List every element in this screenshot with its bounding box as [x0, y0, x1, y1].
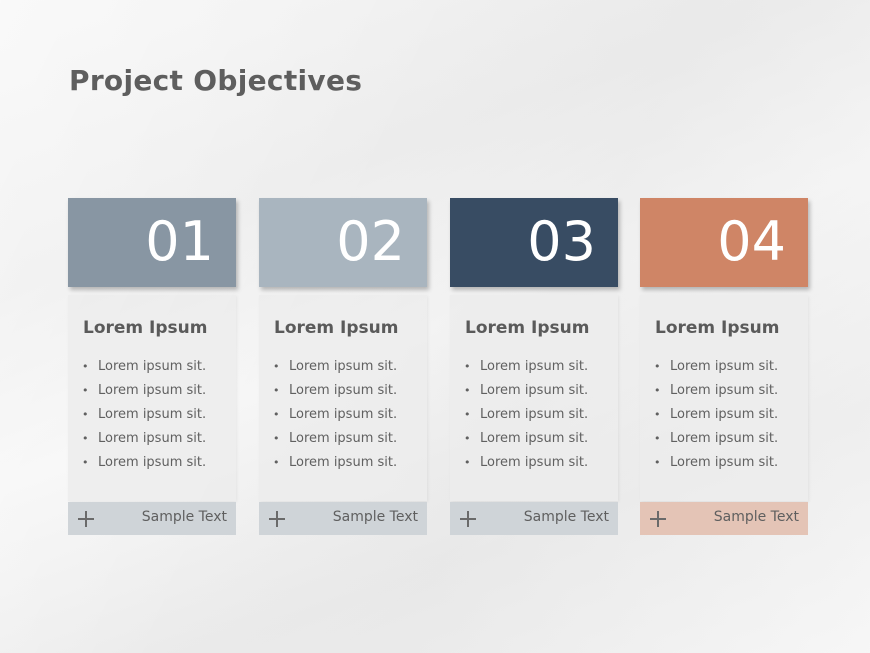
card-number: 01 [145, 210, 214, 273]
bullet-icon: • [82, 360, 89, 373]
list-item-text: Lorem ipsum sit. [289, 383, 398, 398]
list-item: • Lorem ipsum sit. [464, 406, 588, 430]
list-item-text: Lorem ipsum sit. [670, 431, 779, 446]
list-item-text: Lorem ipsum sit. [98, 359, 207, 374]
card-footer: Sample Text [259, 502, 427, 535]
footer-text: Sample Text [713, 509, 799, 525]
list-item-text: Lorem ipsum sit. [98, 431, 207, 446]
card-heading: Lorem Ipsum [655, 318, 780, 338]
bullet-icon: • [82, 456, 89, 469]
bullet-icon: • [464, 408, 471, 421]
card-body: Lorem Ipsum • Lorem ipsum sit. • Lorem ips… [68, 295, 236, 501]
list-item-text: Lorem ipsum sit. [98, 455, 207, 470]
list-item: • Lorem ipsum sit. [273, 454, 397, 478]
list-item: • Lorem ipsum sit. [82, 382, 206, 406]
list-item: • Lorem ipsum sit. [82, 454, 206, 478]
footer-text: Sample Text [141, 509, 227, 525]
card-header: 02 [259, 198, 427, 287]
bullet-icon: • [654, 384, 661, 397]
bullet-list: • Lorem ipsum sit. • Lorem ipsum sit. • Lor… [273, 358, 397, 478]
card-body: Lorem Ipsum • Lorem ipsum sit. • Lorem ips… [640, 295, 808, 501]
bullet-icon: • [464, 384, 471, 397]
bullet-icon: • [654, 432, 661, 445]
list-item: • Lorem ipsum sit. [273, 430, 397, 454]
footer-text: Sample Text [332, 509, 418, 525]
bullet-icon: • [464, 360, 471, 373]
list-item: • Lorem ipsum sit. [273, 406, 397, 430]
list-item: • Lorem ipsum sit. [654, 430, 778, 454]
bullet-icon: • [273, 384, 280, 397]
card-number: 04 [717, 210, 786, 273]
list-item: • Lorem ipsum sit. [464, 430, 588, 454]
bullet-list: • Lorem ipsum sit. • Lorem ipsum sit. • Lor… [654, 358, 778, 478]
list-item-text: Lorem ipsum sit. [480, 455, 589, 470]
list-item-text: Lorem ipsum sit. [480, 431, 589, 446]
card-footer: Sample Text [68, 502, 236, 535]
list-item: • Lorem ipsum sit. [464, 382, 588, 406]
bullet-icon: • [273, 432, 280, 445]
list-item: • Lorem ipsum sit. [273, 382, 397, 406]
card-header: 04 [640, 198, 808, 287]
bullet-icon: • [82, 432, 89, 445]
card-body: Lorem Ipsum • Lorem ipsum sit. • Lorem ips… [259, 295, 427, 501]
plus-icon [650, 511, 666, 527]
card-heading: Lorem Ipsum [83, 318, 208, 338]
bullet-icon: • [273, 456, 280, 469]
card-number: 03 [527, 210, 596, 273]
list-item-text: Lorem ipsum sit. [98, 407, 207, 422]
bullet-icon: • [464, 432, 471, 445]
list-item-text: Lorem ipsum sit. [289, 407, 398, 422]
footer-text: Sample Text [523, 509, 609, 525]
bullet-icon: • [82, 384, 89, 397]
card-number: 02 [336, 210, 405, 273]
list-item-text: Lorem ipsum sit. [480, 359, 589, 374]
plus-icon [269, 511, 285, 527]
list-item-text: Lorem ipsum sit. [670, 407, 779, 422]
list-item: • Lorem ipsum sit. [82, 358, 206, 382]
list-item-text: Lorem ipsum sit. [670, 455, 779, 470]
bullet-icon: • [464, 456, 471, 469]
list-item: • Lorem ipsum sit. [654, 358, 778, 382]
card-heading: Lorem Ipsum [465, 318, 590, 338]
bullet-list: • Lorem ipsum sit. • Lorem ipsum sit. • Lor… [82, 358, 206, 478]
list-item: • Lorem ipsum sit. [273, 358, 397, 382]
list-item: • Lorem ipsum sit. [82, 406, 206, 430]
card-body: Lorem Ipsum • Lorem ipsum sit. • Lorem ips… [450, 295, 618, 501]
plus-icon [78, 511, 94, 527]
list-item: • Lorem ipsum sit. [654, 382, 778, 406]
bullet-icon: • [654, 408, 661, 421]
list-item-text: Lorem ipsum sit. [289, 359, 398, 374]
bullet-list: • Lorem ipsum sit. • Lorem ipsum sit. • Lor… [464, 358, 588, 478]
plus-icon [460, 511, 476, 527]
bullet-icon: • [654, 360, 661, 373]
list-item-text: Lorem ipsum sit. [289, 431, 398, 446]
page-title: Project Objectives [69, 64, 363, 97]
bullet-icon: • [82, 408, 89, 421]
list-item-text: Lorem ipsum sit. [289, 455, 398, 470]
list-item: • Lorem ipsum sit. [654, 454, 778, 478]
list-item: • Lorem ipsum sit. [464, 358, 588, 382]
card-heading: Lorem Ipsum [274, 318, 399, 338]
list-item: • Lorem ipsum sit. [464, 454, 588, 478]
list-item-text: Lorem ipsum sit. [670, 383, 779, 398]
bullet-icon: • [273, 360, 280, 373]
list-item: • Lorem ipsum sit. [654, 406, 778, 430]
card-header: 01 [68, 198, 236, 287]
list-item-text: Lorem ipsum sit. [480, 383, 589, 398]
list-item-text: Lorem ipsum sit. [98, 383, 207, 398]
card-footer: Sample Text [640, 502, 808, 535]
card-footer: Sample Text [450, 502, 618, 535]
list-item-text: Lorem ipsum sit. [670, 359, 779, 374]
card-header: 03 [450, 198, 618, 287]
bullet-icon: • [654, 456, 661, 469]
list-item: • Lorem ipsum sit. [82, 430, 206, 454]
bullet-icon: • [273, 408, 280, 421]
list-item-text: Lorem ipsum sit. [480, 407, 589, 422]
